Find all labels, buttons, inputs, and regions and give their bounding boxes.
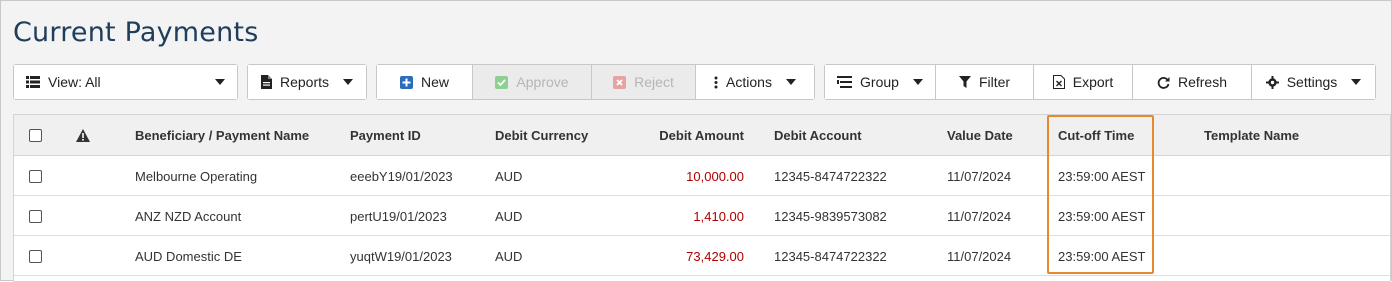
settings-button[interactable]: Settings [1252, 65, 1375, 99]
column-header-debit-amount[interactable]: Debit Amount [644, 115, 744, 156]
column-header-payment-id[interactable]: Payment ID [350, 115, 421, 156]
refresh-icon [1157, 76, 1170, 89]
warning-icon [76, 115, 90, 156]
plus-icon [399, 75, 413, 89]
cutoff-time: 23:59:00 AEST [1058, 208, 1146, 224]
reject-button[interactable]: Reject [592, 65, 696, 99]
row-checkbox[interactable] [29, 236, 42, 276]
debit-currency: AUD [495, 208, 523, 224]
debit-currency: AUD [495, 168, 523, 184]
column-header-value-date[interactable]: Value Date [947, 115, 1013, 156]
column-header-name[interactable]: Beneficiary / Payment Name [135, 115, 309, 156]
filter-button[interactable]: Filter [936, 65, 1034, 99]
reports-group: Reports [247, 64, 367, 100]
row-checkbox[interactable] [29, 156, 42, 196]
table-header: Beneficiary / Payment Name Payment ID De… [14, 115, 1390, 156]
value-date: 11/07/2024 [947, 168, 1012, 184]
actions-label: Actions [726, 74, 772, 90]
new-label: New [420, 74, 449, 90]
cutoff-time: 23:59:00 AEST [1058, 248, 1146, 264]
group-label: Group [860, 74, 899, 90]
chevron-down-icon [785, 79, 796, 85]
reject-label: Reject [634, 74, 674, 90]
debit-account: 12345-9839573082 [774, 208, 887, 224]
beneficiary-name: ANZ NZD Account [135, 208, 242, 224]
table-row[interactable]: ANZ NZD Account pertU19/01/2023 AUD 1,41… [14, 196, 1390, 236]
debit-amount: 1,410.00 [693, 208, 744, 224]
list-view-icon [26, 76, 40, 88]
refresh-button[interactable]: Refresh [1133, 65, 1252, 99]
value-date: 11/07/2024 [947, 248, 1012, 264]
table-row[interactable]: Melbourne Operating eeebY19/01/2023 AUD … [14, 156, 1390, 196]
debit-account: 12345-8474722322 [774, 248, 887, 264]
view-select[interactable]: View: All [14, 65, 237, 99]
column-header-debit-account[interactable]: Debit Account [774, 115, 862, 156]
chevron-down-icon [215, 79, 225, 85]
refresh-label: Refresh [1177, 74, 1228, 90]
row-checkbox[interactable] [29, 196, 42, 236]
column-header-template-name[interactable]: Template Name [1204, 115, 1299, 156]
beneficiary-name: AUD Domestic DE [135, 248, 242, 264]
debit-amount: 73,429.00 [686, 248, 744, 264]
cutoff-time: 23:59:00 AEST [1058, 168, 1146, 184]
toolbar: View: All Reports New Approve Reject Act… [1, 64, 1392, 100]
column-header-cutoff-time[interactable]: Cut-off Time [1058, 115, 1134, 156]
chevron-down-icon [343, 79, 354, 85]
payment-actions-group: New Approve Reject Actions [376, 64, 815, 100]
reports-button[interactable]: Reports [248, 65, 366, 99]
approve-button[interactable]: Approve [473, 65, 592, 99]
debit-account: 12345-8474722322 [774, 168, 887, 184]
settings-label: Settings [1286, 74, 1338, 90]
group-button[interactable]: Group [825, 65, 936, 99]
chevron-down-icon [912, 79, 923, 85]
actions-button[interactable]: Actions [696, 65, 814, 99]
column-header-debit-currency[interactable]: Debit Currency [495, 115, 588, 156]
payment-id: eeebY19/01/2023 [350, 168, 453, 184]
filter-label: Filter [978, 74, 1011, 90]
x-icon [613, 75, 627, 89]
reports-label: Reports [279, 74, 330, 90]
payment-id: pertU19/01/2023 [350, 208, 447, 224]
select-all-checkbox[interactable] [29, 115, 42, 156]
payment-id: yuqtW19/01/2023 [350, 248, 452, 264]
filter-icon [958, 76, 971, 88]
view-select-label: View: All [48, 74, 101, 90]
new-button[interactable]: New [377, 65, 473, 99]
table-row[interactable]: AUD Domestic DE yuqtW19/01/2023 AUD 73,4… [14, 236, 1390, 276]
page-title: Current Payments [13, 17, 259, 48]
export-label: Export [1072, 74, 1114, 90]
document-icon [260, 75, 272, 89]
view-select-group: View: All [13, 64, 238, 100]
vertical-ellipsis-icon [714, 76, 718, 89]
group-list-icon [837, 76, 853, 88]
value-date: 11/07/2024 [947, 208, 1012, 224]
app-frame: Current Payments View: All Reports New A… [0, 0, 1392, 282]
gear-icon [1265, 75, 1279, 89]
debit-amount: 10,000.00 [686, 168, 744, 184]
chevron-down-icon [1351, 79, 1362, 85]
check-icon [495, 75, 509, 89]
approve-label: Approve [516, 74, 569, 90]
export-button[interactable]: Export [1034, 65, 1133, 99]
payments-table: Beneficiary / Payment Name Payment ID De… [13, 114, 1391, 282]
debit-currency: AUD [495, 248, 523, 264]
beneficiary-name: Melbourne Operating [135, 168, 258, 184]
excel-icon [1052, 75, 1065, 89]
grid-tools-group: Group Filter Export Refresh Settings [824, 64, 1376, 100]
